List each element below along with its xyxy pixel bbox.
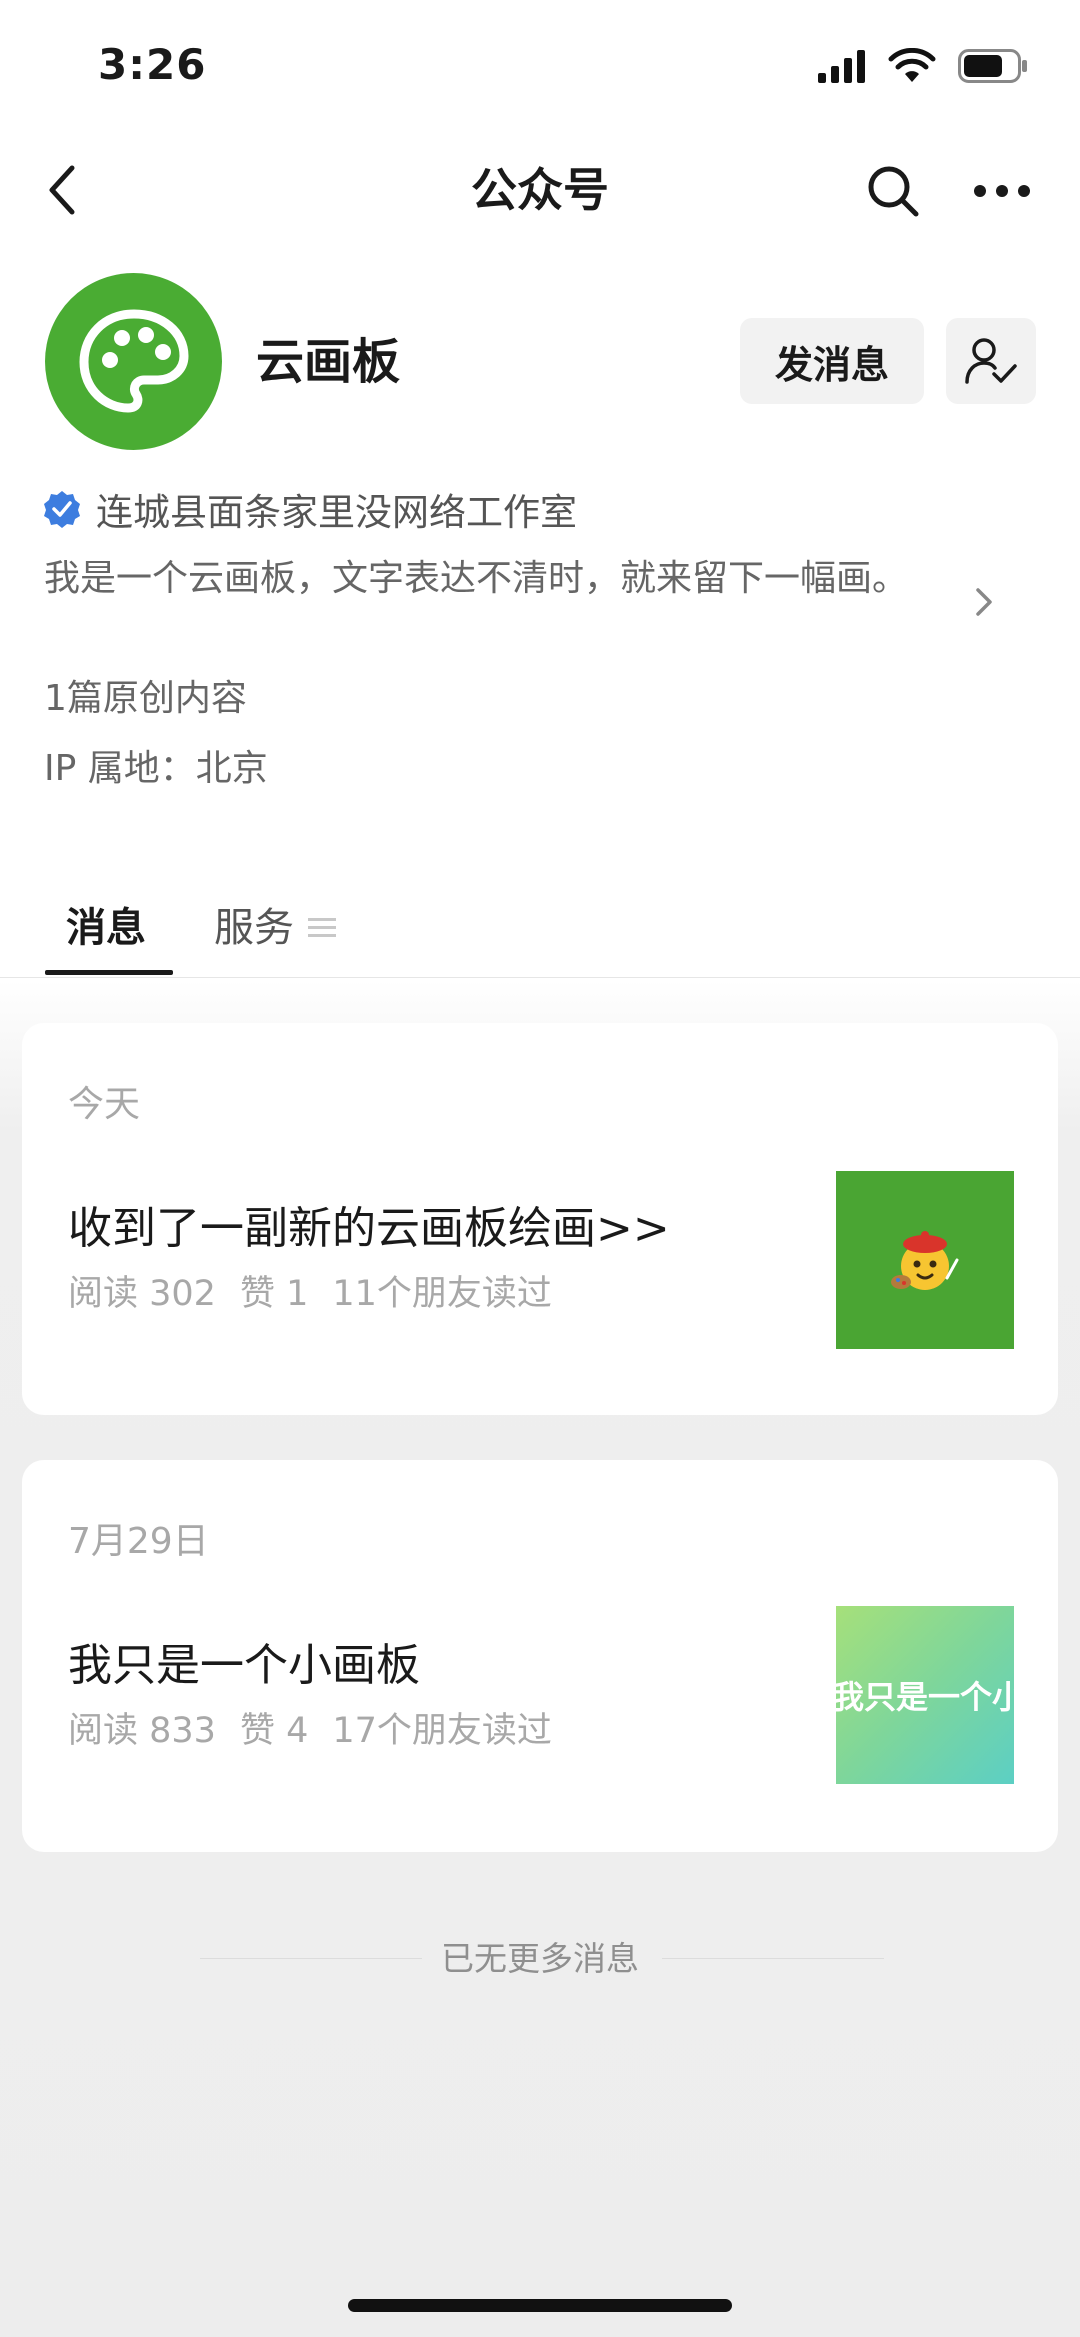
no-more-messages: 已无更多消息 xyxy=(441,1939,639,1978)
article-reads: 阅读 302 xyxy=(68,1274,216,1314)
tab-messages[interactable]: 消息 xyxy=(66,898,146,958)
article-date: 7月29日 xyxy=(68,1521,209,1562)
ip-location: IP 属地：北京 xyxy=(44,748,268,789)
tabs-divider xyxy=(0,977,1080,978)
article-likes: 赞 4 xyxy=(239,1711,309,1751)
original-content-count: 1篇原创内容 xyxy=(44,678,247,719)
account-description[interactable]: 我是一个云画板，文字表达不清时，就来留下一幅画。 xyxy=(44,552,934,606)
account-avatar[interactable] xyxy=(45,273,222,450)
search-button[interactable] xyxy=(866,164,920,218)
article-stats: 阅读 302 赞 1 11个朋友读过 xyxy=(68,1269,552,1319)
menu-icon xyxy=(308,918,336,937)
article-reads: 阅读 833 xyxy=(68,1711,216,1751)
user-check-icon xyxy=(965,338,1017,384)
send-message-button[interactable]: 发消息 xyxy=(740,318,924,404)
article-date: 今天 xyxy=(68,1084,141,1125)
follow-button[interactable] xyxy=(946,318,1036,404)
status-icons xyxy=(818,48,1028,84)
account-name: 云画板 xyxy=(256,334,401,390)
article-friends-read: 17个朋友读过 xyxy=(332,1711,552,1751)
article-title[interactable]: 我只是一个小画板 xyxy=(68,1636,420,1696)
article-thumbnail[interactable]: 我只是一个小 xyxy=(836,1606,1014,1784)
status-time: 3:26 xyxy=(98,40,207,89)
search-icon xyxy=(868,166,919,217)
home-indicator[interactable] xyxy=(348,2299,732,2312)
more-button[interactable] xyxy=(972,168,1032,214)
palette-icon xyxy=(79,309,188,412)
article-likes: 赞 1 xyxy=(239,1274,309,1314)
article-stats: 阅读 833 赞 4 17个朋友读过 xyxy=(68,1706,552,1756)
tab-active-indicator xyxy=(45,970,173,975)
painter-emoji-icon xyxy=(891,1231,959,1290)
chevron-right-icon xyxy=(976,588,992,616)
signal-icon xyxy=(818,50,865,83)
thumbnail-text: 我只是一个小 xyxy=(836,1678,1014,1716)
article-card[interactable]: 今天 收到了一副新的云画板绘画>> 阅读 302 赞 1 11个朋友读过 xyxy=(22,1023,1058,1415)
tab-services-label: 服务 xyxy=(214,905,294,951)
article-friends-read: 11个朋友读过 xyxy=(332,1274,552,1314)
verified-badge-icon xyxy=(44,491,80,528)
article-title[interactable]: 收到了一副新的云画板绘画>> xyxy=(68,1199,670,1259)
battery-icon xyxy=(958,49,1027,83)
description-arrow[interactable] xyxy=(972,584,996,620)
tab-services[interactable]: 服务 xyxy=(214,898,336,958)
verified-name: 连城县面条家里没网络工作室 xyxy=(96,491,577,534)
article-card[interactable]: 7月29日 我只是一个小画板 阅读 833 赞 4 17个朋友读过 我只是一个小 xyxy=(22,1460,1058,1852)
more-icon xyxy=(974,185,1030,197)
verified-row[interactable]: 连城县面条家里没网络工作室 xyxy=(42,482,577,536)
wifi-icon xyxy=(888,48,936,82)
article-thumbnail[interactable] xyxy=(836,1171,1014,1349)
